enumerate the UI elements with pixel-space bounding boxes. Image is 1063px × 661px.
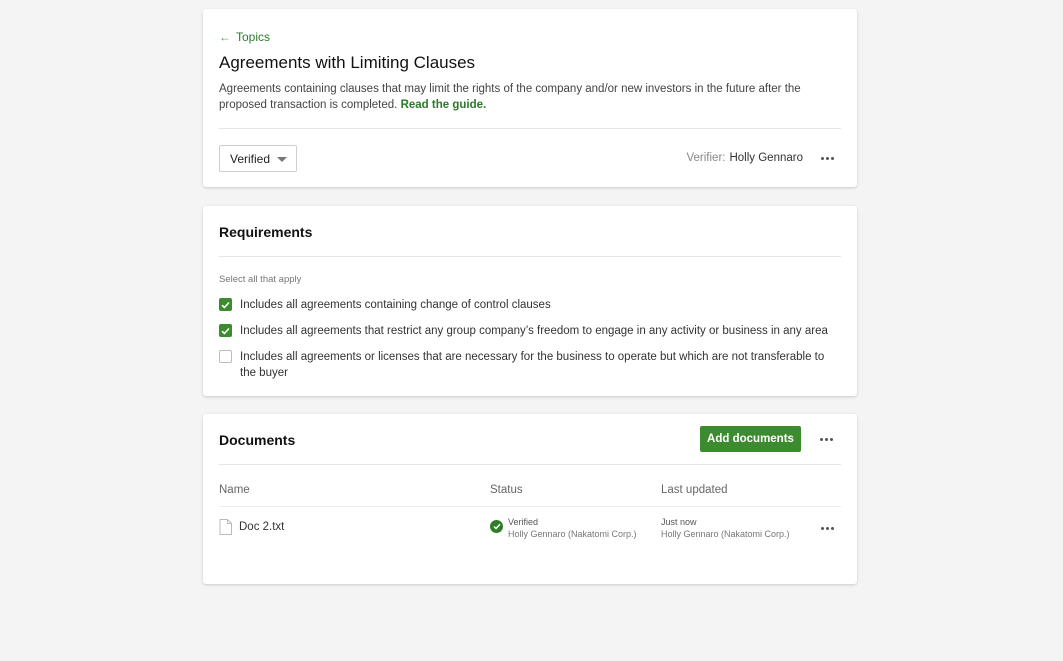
verifier-label: Verifier:: [686, 152, 726, 164]
documents-card: Documents Add documents Name Status Last…: [203, 414, 857, 584]
divider: [219, 256, 841, 257]
caret-down-icon: [277, 157, 287, 162]
column-header-last-updated[interactable]: Last updated: [661, 484, 728, 496]
status-dropdown[interactable]: Verified: [219, 145, 297, 172]
topic-more-icon[interactable]: [818, 151, 836, 165]
requirements-hint: Select all that apply: [219, 274, 302, 285]
back-to-topics-link[interactable]: ← Topics: [219, 30, 270, 44]
requirements-card: Requirements Select all that apply Inclu…: [203, 206, 857, 396]
document-updated-by: Holly Gennaro (Nakatomi Corp.): [661, 529, 790, 539]
back-link-label: Topics: [236, 30, 271, 44]
column-header-name[interactable]: Name: [219, 484, 250, 496]
requirement-item-change-of-control[interactable]: Includes all agreements containing chang…: [219, 297, 839, 313]
documents-title: Documents: [219, 432, 296, 448]
row-more-icon[interactable]: [818, 521, 836, 535]
requirement-label: Includes all agreements containing chang…: [240, 299, 551, 311]
divider: [219, 128, 841, 129]
divider: [219, 464, 841, 465]
requirement-checkbox[interactable]: [219, 298, 232, 311]
verifier-name: Holly Gennaro: [729, 152, 803, 164]
topic-card: ← Topics Agreements with Limiting Clause…: [203, 9, 857, 187]
requirement-checkbox[interactable]: [219, 350, 232, 363]
document-updated: Just now: [661, 517, 697, 527]
column-header-status[interactable]: Status: [490, 484, 523, 496]
arrow-left-icon: ←: [219, 30, 231, 44]
description-text: Agreements containing clauses that may l…: [219, 83, 801, 111]
read-guide-link[interactable]: Read the guide.: [401, 99, 487, 111]
requirement-item-restrict-freedom[interactable]: Includes all agreements that restrict an…: [219, 323, 839, 339]
document-status-by: Holly Gennaro (Nakatomi Corp.): [508, 529, 637, 539]
documents-more-icon[interactable]: [817, 432, 835, 446]
page-title: Agreements with Limiting Clauses: [219, 53, 476, 72]
document-updated-cell: Just now Holly Gennaro (Nakatomi Corp.): [661, 516, 790, 540]
table-row[interactable]: Doc 2.txt Verified Holly Gennaro (Nakato…: [219, 506, 841, 550]
document-status-cell: Verified Holly Gennaro (Nakatomi Corp.): [490, 516, 637, 540]
add-documents-button[interactable]: Add documents: [700, 426, 801, 452]
status-dropdown-value: Verified: [230, 151, 271, 166]
check-circle-icon: [490, 520, 503, 533]
document-name: Doc 2.txt: [239, 521, 285, 533]
document-status: Verified: [508, 517, 539, 527]
requirements-title: Requirements: [219, 224, 313, 240]
check-icon: [221, 327, 230, 335]
topic-description: Agreements containing clauses that may l…: [219, 81, 849, 113]
requirement-label: Includes all agreements that restrict an…: [240, 325, 828, 337]
requirement-checkbox[interactable]: [219, 324, 232, 337]
verifier-info: Verifier: Holly Gennaro: [686, 152, 803, 164]
check-icon: [221, 301, 230, 309]
requirement-item-licenses[interactable]: Includes all agreements or licenses that…: [219, 349, 839, 381]
document-name-cell[interactable]: Doc 2.txt: [219, 519, 284, 535]
file-icon: [219, 519, 232, 535]
requirement-label: Includes all agreements or licenses that…: [240, 351, 825, 379]
